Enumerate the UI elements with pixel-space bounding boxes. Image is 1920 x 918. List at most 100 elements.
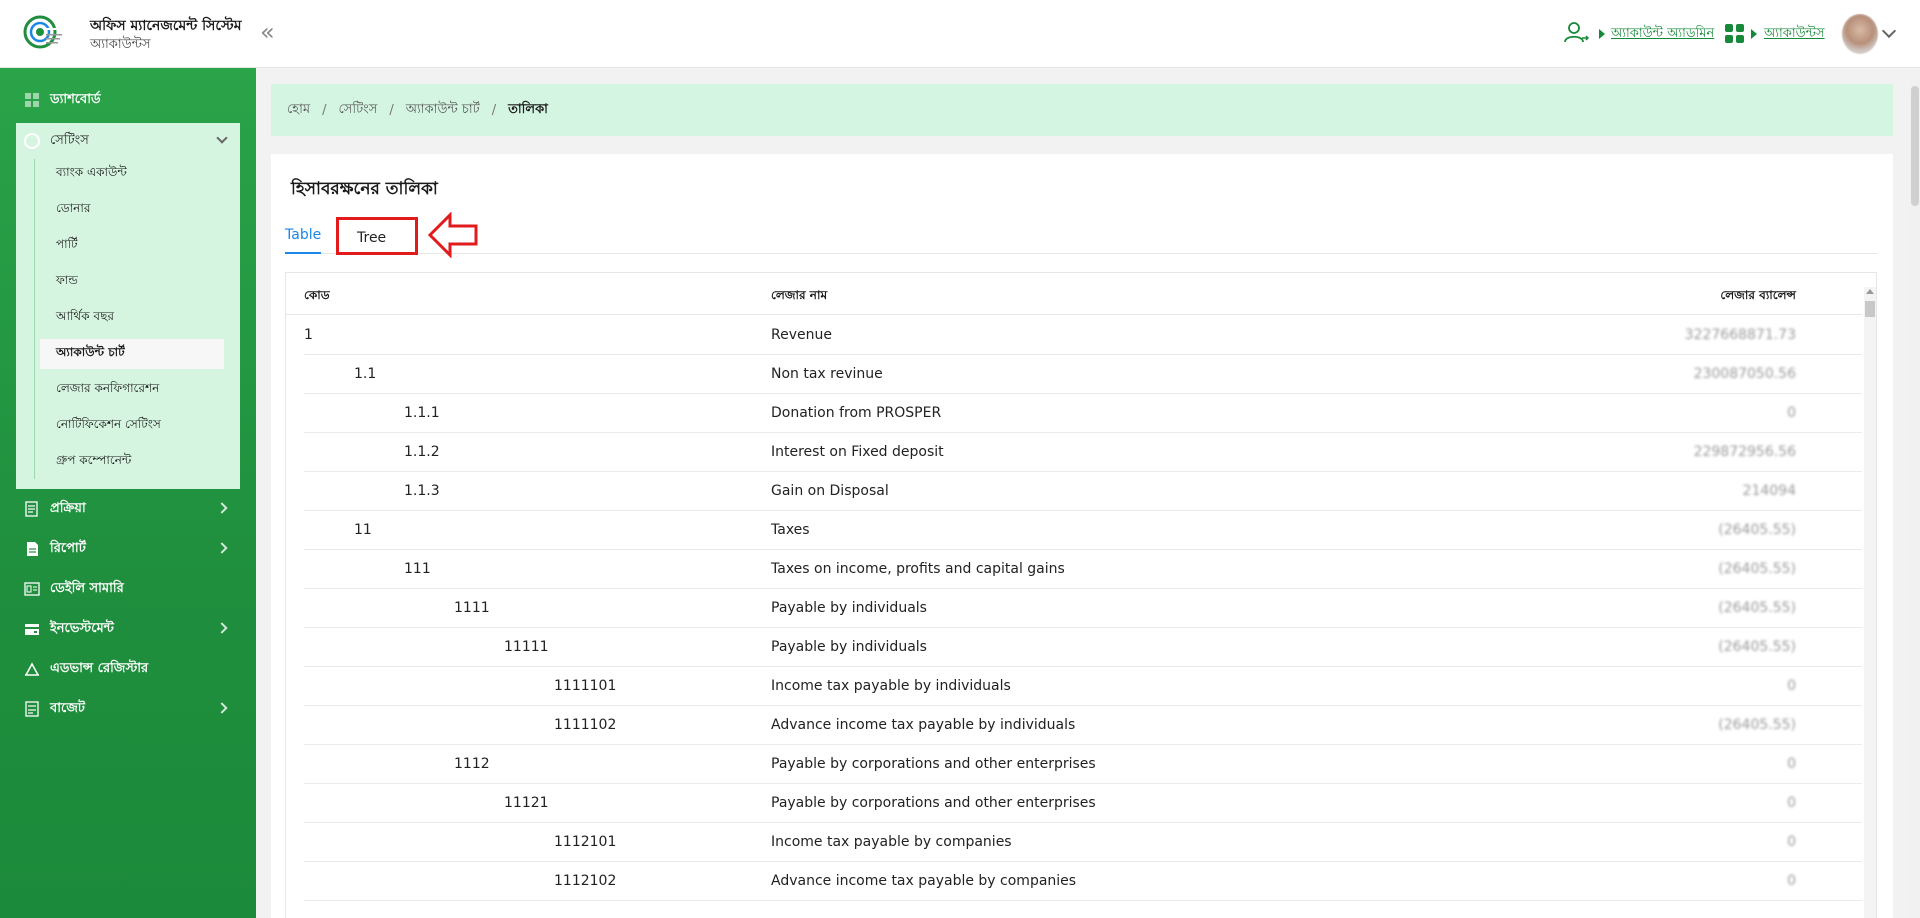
table-row[interactable]: 1112102 Advance income tax payable by com… [304,862,1862,901]
chevron-right-icon [216,542,228,554]
breadcrumb-current: তালিকা [508,101,548,117]
submenu-item-donor[interactable]: ডোনার [40,195,224,225]
cell-code: 111 [404,561,431,577]
app-subtitle: অ্যাকাউন্টস [90,37,151,52]
sidebar-item-process[interactable]: প্রক্রিয়া [16,491,240,527]
cell-ledger-balance: (26405.55) [1718,639,1796,655]
sidebar-item-label: এডভান্স রেজিস্টার [50,660,149,676]
cell-ledger-name: Taxes [771,522,810,538]
ledger-table: কোড লেজার নাম লেজার ব্যালেন্স 1 Revenue 32… [285,272,1877,918]
accounts-link[interactable]: অ্যাকাউন্টস [1764,24,1825,45]
breadcrumb-home[interactable]: হোম [287,100,310,121]
table-row[interactable]: 1112 Payable by corporations and other en… [304,745,1862,784]
cell-ledger-balance: 0 [1787,795,1796,811]
budget-icon [24,701,40,717]
account-admin-link[interactable]: অ্যাকাউন্ট অ্যাডমিন [1611,24,1714,45]
cell-ledger-balance: 229872956.56 [1693,444,1796,460]
annotation-highlight-box [336,217,418,255]
report-icon [24,541,40,557]
cell-ledger-name: Income tax payable by individuals [771,678,1011,694]
sidebar-item-label: সেটিংস [50,132,89,148]
cell-ledger-name: Donation from PROSPER [771,405,942,421]
chevron-down-icon[interactable] [1881,23,1897,39]
cell-code: 1.1.1 [404,405,440,421]
breadcrumb-separator: / [389,102,394,118]
sidebar-item-settings[interactable]: সেটিংস [16,123,240,159]
table-row[interactable]: 1.1.1 Donation from PROSPER 0 [304,394,1862,433]
sidebar-item-investment[interactable]: ইনভেস্টমেন্ট [16,611,240,647]
caret-right-icon [1599,29,1605,39]
sidebar-item-label: রিপোর্ট [50,540,86,556]
chevron-down-icon [216,132,228,144]
authority-logo [23,15,64,49]
submenu-item-bank-account[interactable]: ব্যাংক একাউন্ট [40,159,224,189]
cell-code: 11111 [504,639,549,655]
table-row[interactable]: 1.1 Non tax revinue 230087050.56 [304,355,1862,394]
tab-table[interactable]: Table [285,222,322,254]
sidebar-item-label: ডেইলি সামারি [50,580,124,596]
column-header-ledger-name: লেজার নাম [771,288,828,302]
scroll-thumb[interactable] [1865,301,1875,317]
table-row[interactable]: 11111 Payable by individuals (26405.55) [304,628,1862,667]
cell-ledger-name: Gain on Disposal [771,483,889,499]
cell-ledger-balance: 3227668871.73 [1684,327,1796,343]
apps-grid-icon[interactable] [1725,24,1745,44]
cell-ledger-name: Interest on Fixed deposit [771,444,944,460]
table-row[interactable]: 1.1.2 Interest on Fixed deposit 229872956.… [304,433,1862,472]
cell-ledger-name: Income tax payable by companies [771,834,1012,850]
cell-code: 1111 [454,600,490,616]
cell-code: 11121 [504,795,549,811]
sidebar-item-budget[interactable]: বাজেট [16,691,240,727]
cell-ledger-name: Taxes on income, profits and capital gai… [771,561,1065,577]
collapse-sidebar-icon[interactable]: « [260,20,275,44]
breadcrumb-separator: / [491,102,497,118]
sidebar-item-label: বাজেট [50,700,85,716]
cell-code: 1112101 [554,834,617,850]
sidebar-item-dashboard[interactable]: ড্যাশবোর্ড [16,82,240,118]
cell-ledger-balance: (26405.55) [1718,600,1796,616]
cell-ledger-balance: (26405.55) [1718,522,1796,538]
submenu-item-fiscal-year[interactable]: আর্থিক বছর [40,303,224,333]
table-row[interactable]: 1111101 Income tax payable by individuals… [304,667,1862,706]
table-row[interactable]: 11 Taxes (26405.55) [304,511,1862,550]
page-scrollbar[interactable] [1910,80,1920,918]
submenu-item-party[interactable]: পার্টি [40,231,224,261]
submenu-item-account-chart[interactable]: অ্যাকাউন্ট চার্ট [40,339,224,369]
breadcrumb-account-chart[interactable]: অ্যাকাউন্ট চার্ট [406,100,480,121]
settings-submenu: সেটিংস ব্যাংক একাউন্ট ডোনার পার্টি ফান্ড… [16,123,240,489]
sidebar: ড্যাশবোর্ড সেটিংস ব্যাংক একাউন্ট ডোনার প… [0,68,256,918]
page-title: হিসাবরক্ষনের তালিকা [291,179,438,199]
gear-icon [24,133,40,149]
table-row[interactable]: 1112101 Income tax payable by companies 0 [304,823,1862,862]
submenu-item-ledger-config[interactable]: লেজার কনফিগারেশন [40,375,224,405]
table-row[interactable]: 1 Revenue 3227668871.73 [304,316,1862,355]
cell-ledger-name: Payable by individuals [771,600,927,616]
chevron-right-icon [216,622,228,634]
table-row[interactable]: 1111102 Advance income tax payable by ind… [304,706,1862,745]
sidebar-item-label: ইনভেস্টমেন্ট [50,620,114,636]
table-row[interactable]: 11121 Payable by corporations and other e… [304,784,1862,823]
submenu-item-notification-settings[interactable]: নোটিফিকেশন সেটিংস [40,411,224,441]
cell-code: 1112 [454,756,490,772]
cell-ledger-balance: 0 [1787,756,1796,772]
cell-code: 1111102 [554,717,617,733]
breadcrumb-settings[interactable]: সেটিংস [338,100,377,121]
sidebar-item-report[interactable]: রিপোর্ট [16,531,240,567]
cell-ledger-name: Non tax revinue [771,366,883,382]
page-scroll-thumb[interactable] [1911,86,1919,206]
table-row[interactable]: 1111 Payable by individuals (26405.55) [304,589,1862,628]
submenu-item-fund[interactable]: ফান্ড [40,267,224,297]
cell-ledger-name: Payable by individuals [771,639,927,655]
avatar[interactable] [1842,14,1878,54]
sidebar-item-daily-summary[interactable]: ডেইলি সামারি [16,571,240,607]
table-scrollbar[interactable] [1864,287,1876,918]
sidebar-item-advance-register[interactable]: এডভান্স রেজিস্টার [16,651,240,687]
user-switch-icon[interactable] [1563,20,1589,46]
cell-ledger-balance: 230087050.56 [1693,366,1796,382]
table-row[interactable]: 111 Taxes on income, profits and capital … [304,550,1862,589]
submenu-item-group-component[interactable]: গ্রুপ কম্পোনেন্ট [40,447,224,477]
scroll-up-icon[interactable] [1866,289,1874,294]
main-content: হোম / সেটিংস / অ্যাকাউন্ট চার্ট / তালিকা… [256,68,1920,918]
cell-ledger-balance: 0 [1787,678,1796,694]
table-row[interactable]: 1.1.3 Gain on Disposal 214094 [304,472,1862,511]
